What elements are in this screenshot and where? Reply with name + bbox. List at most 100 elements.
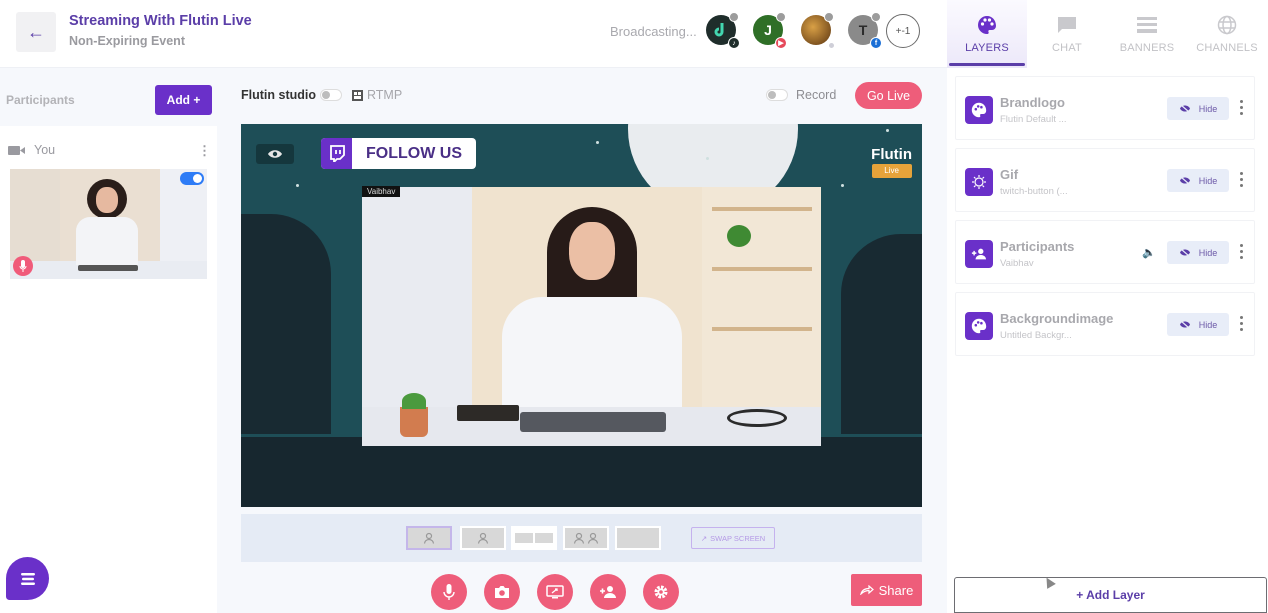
ground-graphic (241, 437, 922, 507)
tab-label: BANNERS (1119, 41, 1175, 54)
record-control: Record (766, 88, 836, 102)
destination-avatar-1[interactable]: ♪ (706, 12, 740, 49)
event-subtitle: Non-Expiring Event (69, 34, 185, 48)
destination-avatar-4[interactable]: T f (848, 12, 882, 49)
settings-button[interactable] (643, 574, 679, 610)
layout-side-by-side-small[interactable] (511, 526, 557, 550)
layout-selector-bar: ↗ SWAP SCREEN (241, 514, 922, 562)
hide-layer-button[interactable]: Hide (1167, 97, 1229, 120)
layer-item-gif[interactable]: Gif twitch-button (... Hide (955, 148, 1255, 212)
palette-icon (976, 15, 998, 35)
tiktok-logo-icon (714, 23, 724, 37)
layer-menu-icon[interactable] (1239, 100, 1243, 115)
layer-menu-icon[interactable] (1239, 316, 1243, 331)
studio-rtmp-toggle[interactable] (319, 89, 342, 101)
hide-layer-button[interactable]: Hide (1167, 169, 1229, 192)
speaker-icon[interactable]: 🔈 (1142, 246, 1156, 259)
right-panel-tabs: LAYERS CHAT BANNERS CHANNELS (947, 0, 1268, 68)
tab-banners[interactable]: BANNERS (1107, 0, 1187, 68)
tab-label: CHAT (1052, 41, 1082, 54)
destination-avatar-2[interactable]: J ▶ (753, 12, 787, 49)
layout-single[interactable] (406, 526, 452, 550)
screen-share-button[interactable] (537, 574, 573, 610)
participant-menu-icon[interactable]: ⋮ (198, 143, 211, 159)
video-camera-icon (8, 145, 25, 155)
event-title: Streaming With Flutin Live (69, 13, 252, 29)
person-icon (587, 532, 599, 544)
layer-name: Participants (1000, 239, 1075, 254)
participant-row: You (8, 143, 55, 157)
chat-icon (1056, 15, 1078, 35)
person-icon (423, 532, 435, 544)
back-button[interactable]: ← (16, 12, 56, 52)
swap-screen-label: SWAP SCREEN (710, 533, 766, 543)
camera-button[interactable] (484, 574, 520, 610)
generic-icon (828, 42, 835, 49)
palette-icon (965, 96, 993, 124)
layer-menu-icon[interactable] (1239, 244, 1243, 259)
tab-layers[interactable]: LAYERS (947, 0, 1027, 68)
add-person-icon (600, 586, 616, 598)
gear-icon (654, 585, 668, 599)
broadcast-status: Broadcasting... (610, 24, 697, 39)
hide-layer-button[interactable]: Hide (1167, 313, 1229, 336)
hide-label: Hide (1198, 103, 1218, 114)
rtmp-icon (351, 89, 363, 101)
participant-video-thumbnail[interactable] (10, 169, 207, 279)
layer-source: Vaibhav (1000, 258, 1034, 269)
tab-label: CHANNELS (1196, 41, 1258, 54)
record-label: Record (796, 88, 837, 102)
visibility-toggle[interactable] (256, 144, 294, 164)
hide-layer-button[interactable]: Hide (1167, 241, 1229, 264)
palette-icon (965, 312, 993, 340)
mic-button[interactable] (431, 574, 467, 610)
support-chat-button[interactable] (6, 557, 49, 600)
invite-button[interactable] (590, 574, 626, 610)
layer-source: twitch-button (... (1000, 186, 1068, 197)
studio-mode-row: Flutin studio RTMP (241, 88, 402, 102)
studio-area: Flutin studio RTMP Record Go Live FOLLOW… (217, 68, 947, 613)
banners-icon (1136, 15, 1158, 35)
avatar-initial: T (858, 22, 868, 38)
facebook-icon: f (870, 37, 882, 49)
layout-screen-sidebar[interactable] (615, 526, 661, 550)
broadcast-stage-canvas[interactable]: FOLLOW US Flutin Live Vaibhav (241, 124, 922, 507)
layer-item-participants[interactable]: Participants Vaibhav 🔈 Hide (955, 220, 1255, 284)
studio-mode-label: Flutin studio (241, 88, 316, 102)
go-live-button[interactable]: Go Live (855, 82, 922, 109)
add-layer-button[interactable]: + Add Layer (954, 577, 1267, 613)
add-participant-button[interactable]: Add + (155, 85, 212, 115)
swap-icon: ↗ (700, 533, 708, 543)
destination-avatar-3[interactable] (801, 12, 835, 49)
rtmp-option[interactable]: RTMP (351, 88, 402, 102)
tab-label: LAYERS (965, 41, 1009, 54)
layout-side-by-side[interactable] (563, 526, 609, 550)
eye-icon (268, 150, 282, 158)
top-header: ← Streaming With Flutin Live Non-Expirin… (0, 0, 947, 68)
layer-menu-icon[interactable] (1239, 172, 1243, 187)
layer-item-backgroundimage[interactable]: Backgroundimage Untitled Backgr... Hide (955, 292, 1255, 356)
menu-lines-icon (20, 572, 35, 585)
video-toggle[interactable] (180, 172, 204, 185)
globe-icon (1216, 15, 1238, 35)
follow-us-text: FOLLOW US (366, 144, 462, 162)
layer-item-brandlogo[interactable]: Brandlogo Flutin Default ... Hide (955, 76, 1255, 140)
swap-screen-button[interactable]: ↗ SWAP SCREEN (691, 527, 775, 549)
tab-chat[interactable]: CHAT (1027, 0, 1107, 68)
brand-logo: Flutin Live (871, 146, 912, 178)
record-toggle[interactable] (766, 89, 788, 101)
layout-single-pip[interactable] (460, 526, 506, 550)
participant-name-tag: Vaibhav (362, 186, 401, 197)
avatar-initial: J (764, 22, 772, 38)
hide-label: Hide (1198, 247, 1218, 258)
brand-name: Flutin (871, 146, 912, 163)
mic-muted-icon[interactable] (13, 256, 33, 276)
layer-source: Untitled Backgr... (1000, 330, 1072, 341)
share-button[interactable]: Share (851, 574, 922, 606)
eye-off-icon (1179, 248, 1190, 257)
tab-channels[interactable]: CHANNELS (1187, 0, 1267, 68)
eye-off-icon (1179, 320, 1190, 329)
more-destinations-button[interactable]: +-1 (886, 14, 920, 48)
participants-icon (965, 240, 993, 268)
hide-label: Hide (1198, 175, 1218, 186)
